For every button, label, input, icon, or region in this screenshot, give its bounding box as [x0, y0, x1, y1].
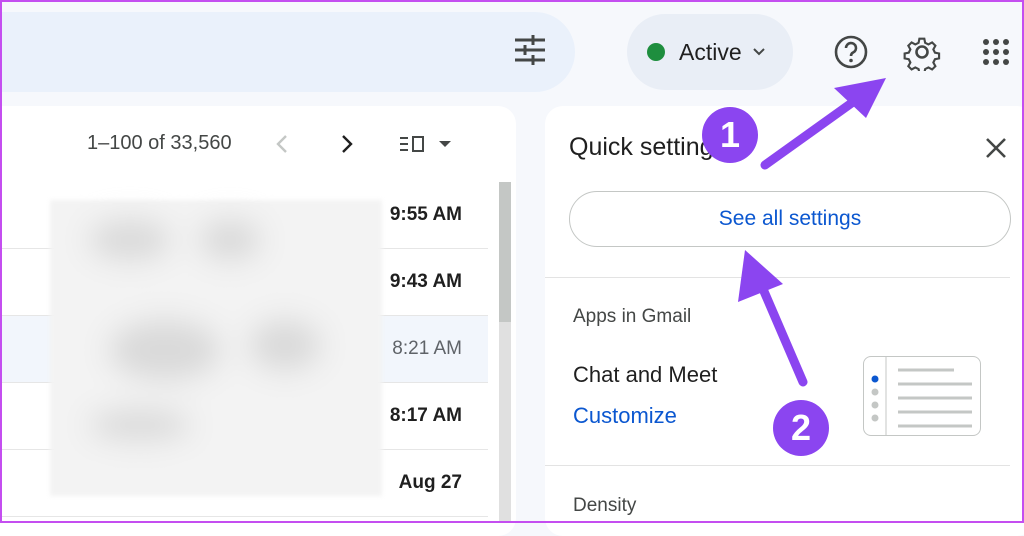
- step-badge-1: 1: [702, 107, 758, 163]
- chat-meet-preview: [863, 356, 981, 436]
- density-section-title: Density: [573, 495, 637, 516]
- mail-time: Aug 27: [398, 472, 462, 493]
- chevron-right-icon: [342, 135, 353, 153]
- scrollbar[interactable]: [499, 182, 511, 523]
- chat-meet-label: Chat and Meet: [573, 362, 718, 387]
- chevron-left-icon: [276, 135, 287, 153]
- chevron-down-icon: [752, 48, 765, 56]
- status-dot: [647, 43, 665, 61]
- step-badge-2: 2: [773, 400, 829, 456]
- split-pane-icon: [400, 136, 424, 152]
- redacted-content: [50, 200, 382, 496]
- tune-icon: [515, 35, 545, 65]
- divider: [545, 465, 1010, 466]
- apps-button[interactable]: [974, 30, 1018, 74]
- scrollbar-thumb[interactable]: [499, 182, 511, 322]
- divider: [545, 277, 1010, 278]
- newer-page-button[interactable]: [331, 128, 363, 160]
- mail-time: 9:55 AM: [389, 204, 462, 225]
- caret-down-icon: [439, 141, 451, 147]
- search-options-button[interactable]: [510, 30, 550, 70]
- older-page-button[interactable]: [266, 128, 298, 160]
- close-button[interactable]: [978, 130, 1014, 166]
- apps-grid-icon: [983, 39, 1009, 65]
- close-icon: [986, 138, 1006, 158]
- customize-link[interactable]: Customize: [573, 403, 677, 429]
- status-chip[interactable]: Active: [627, 14, 793, 90]
- status-label: Active: [679, 38, 742, 65]
- mail-time: 8:21 AM: [392, 338, 462, 359]
- mail-time: 8:17 AM: [389, 405, 462, 426]
- see-all-settings-button[interactable]: See all settings: [569, 191, 1011, 247]
- pagination-text: 1–100 of 33,560: [87, 132, 232, 154]
- apps-section-title: Apps in Gmail: [573, 306, 692, 327]
- gear-icon: [903, 37, 941, 71]
- layout-preview-icon: [871, 357, 972, 435]
- search-bar[interactable]: [0, 12, 575, 92]
- split-pane-toggle[interactable]: [398, 128, 462, 160]
- settings-button[interactable]: [900, 30, 944, 74]
- help-button[interactable]: [829, 30, 873, 74]
- help-icon: [834, 35, 868, 69]
- mail-time: 9:43 AM: [389, 271, 462, 292]
